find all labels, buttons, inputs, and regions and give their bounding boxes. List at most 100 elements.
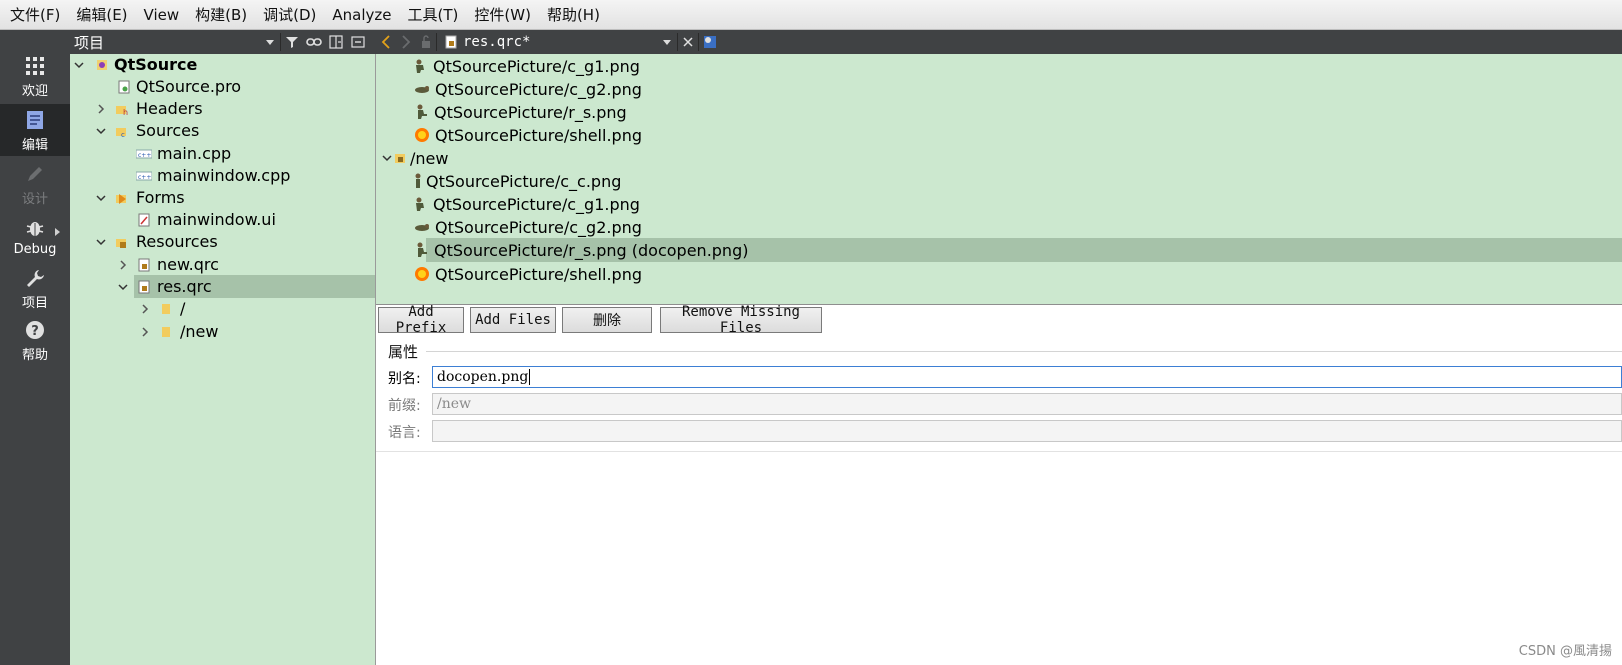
properties-group: 属性 别名: docopen.png 前缀: /new 语言:: [376, 339, 1622, 665]
mode-label: 设计: [21, 191, 48, 207]
properties-title: 属性: [388, 343, 419, 361]
tree-item-label: QtSource: [114, 55, 198, 74]
resource-file-label: QtSourcePicture/shell.png: [435, 125, 642, 145]
mode-welcome[interactable]: 欢迎: [0, 50, 70, 102]
resource-file-row-selected[interactable]: QtSourcePicture/r_s.png (docopen.png): [417, 238, 1622, 262]
tree-item-prefix-new[interactable]: /new: [70, 320, 375, 343]
menu-file[interactable]: 文件(F): [2, 0, 68, 30]
dropdown-arrow-icon[interactable]: [266, 39, 274, 45]
resource-file-row[interactable]: QtSourcePicture/c_g1.png: [376, 54, 1622, 78]
resource-file-row[interactable]: QtSourcePicture/c_c.png: [376, 169, 1622, 193]
resource-prefix-row[interactable]: /new: [376, 146, 1622, 170]
open-document-selector[interactable]: res.qrc*: [463, 34, 663, 50]
pencil-icon: [23, 162, 47, 186]
tree-item-forms[interactable]: Forms: [70, 186, 375, 209]
chevron-right-icon[interactable]: [138, 302, 152, 316]
tree-item-headers[interactable]: h Headers: [70, 97, 375, 120]
add-prefix-button[interactable]: Add Prefix: [378, 304, 464, 336]
resource-file-label: QtSourcePicture/shell.png: [435, 264, 642, 284]
close-pane-icon[interactable]: [347, 30, 369, 54]
language-input[interactable]: [432, 420, 1622, 442]
tree-item-qtsource[interactable]: QtSource: [70, 54, 375, 76]
menu-analyze[interactable]: Analyze: [324, 0, 399, 30]
mode-debug[interactable]: Debug: [0, 210, 70, 262]
mode-label: 帮助: [21, 347, 48, 363]
project-pane-header: 项目: [70, 30, 376, 54]
menu-widgets[interactable]: 控件(W): [466, 0, 539, 30]
mode-label: Debug: [13, 241, 57, 257]
prefix-input[interactable]: /new: [432, 393, 1622, 415]
add-files-button[interactable]: Add Files: [470, 307, 556, 333]
tree-item-sources[interactable]: c Sources: [70, 119, 375, 142]
chevron-right-icon[interactable]: [94, 102, 108, 116]
alias-label: 别名:: [388, 371, 421, 387]
mode-edit[interactable]: 编辑: [0, 104, 70, 156]
svg-text:c: c: [121, 131, 125, 138]
resource-file-row[interactable]: QtSourcePicture/c_g1.png: [376, 192, 1622, 216]
pro-file-icon: [116, 79, 132, 95]
menu-debug[interactable]: 调试(D): [255, 0, 324, 30]
chevron-right-icon[interactable]: [138, 325, 152, 339]
alias-value: docopen.png: [437, 369, 529, 385]
resource-file-row[interactable]: QtSourcePicture/c_g2.png: [376, 77, 1622, 101]
menu-bar: 文件(F) 编辑(E) View 构建(B) 调试(D) Analyze 工具(…: [0, 0, 1622, 30]
tree-item-new-qrc[interactable]: new.qrc: [70, 253, 375, 276]
mode-label: 项目: [21, 295, 48, 311]
mode-bar: 欢迎 编辑 设计 Debug 项目 ? 帮助: [0, 30, 70, 665]
chevron-down-icon[interactable]: [94, 191, 108, 205]
back-arrow-icon[interactable]: [376, 30, 396, 54]
tree-item-res-qrc[interactable]: res.qrc: [118, 275, 375, 298]
tree-item-resources[interactable]: Resources: [70, 230, 375, 253]
resource-file-row[interactable]: QtSourcePicture/c_g2.png: [376, 215, 1622, 239]
tree-item-main-cpp[interactable]: c++ main.cpp: [70, 142, 375, 165]
split-icon[interactable]: [325, 30, 347, 54]
menu-view[interactable]: View: [136, 0, 188, 30]
menu-build[interactable]: 构建(B): [187, 0, 255, 30]
menu-help[interactable]: 帮助(H): [539, 0, 608, 30]
resource-file-row[interactable]: QtSourcePicture/r_s.png: [376, 100, 1622, 124]
resource-prefix-label: /new: [410, 148, 449, 168]
chevron-down-icon[interactable]: [72, 58, 86, 72]
project-tree: QtSource QtSource.pro h Headers c Source…: [70, 54, 376, 665]
project-view-selector[interactable]: 项目: [70, 32, 266, 53]
tree-item-pro-file[interactable]: QtSource.pro: [70, 75, 375, 98]
split-view-icon[interactable]: [699, 30, 721, 54]
separator: [436, 33, 437, 51]
soldier-stand-icon: [410, 173, 426, 189]
tree-item-mainwindow-cpp[interactable]: c++ mainwindow.cpp: [70, 164, 375, 187]
resource-file-label: QtSourcePicture/r_s.png (docopen.png): [434, 240, 749, 260]
resource-file-row[interactable]: QtSourcePicture/shell.png: [376, 123, 1622, 147]
tree-item-mainwindow-ui[interactable]: mainwindow.ui: [70, 208, 375, 231]
chevron-down-icon[interactable]: [94, 124, 108, 138]
link-icon[interactable]: [303, 30, 325, 54]
watermark: CSDN @風清揚: [1518, 644, 1612, 659]
alias-input[interactable]: docopen.png: [432, 366, 1622, 388]
chevron-down-icon[interactable]: [94, 235, 108, 249]
ui-file-icon: [136, 212, 152, 228]
menu-tools[interactable]: 工具(T): [400, 0, 467, 30]
mode-help[interactable]: ? 帮助: [0, 314, 70, 366]
forward-arrow-icon[interactable]: [396, 30, 416, 54]
menu-edit[interactable]: 编辑(E): [68, 0, 135, 30]
lock-icon[interactable]: [416, 30, 436, 54]
close-icon[interactable]: [678, 30, 698, 54]
properties-bottom-divider: [376, 451, 1622, 452]
filter-icon[interactable]: [281, 30, 303, 54]
headers-folder-icon: h: [114, 101, 130, 117]
chevron-right-icon[interactable]: [116, 258, 130, 272]
svg-text:h: h: [123, 108, 128, 116]
group-divider: [426, 351, 1622, 352]
tree-item-prefix-root[interactable]: /: [70, 297, 375, 320]
sources-folder-icon: c: [114, 123, 130, 139]
mode-design[interactable]: 设计: [0, 158, 70, 210]
prefix-value: /new: [437, 396, 472, 412]
delete-button[interactable]: 删除: [562, 307, 652, 333]
resource-file-row[interactable]: QtSourcePicture/shell.png: [376, 262, 1622, 286]
remove-missing-files-button[interactable]: Remove Missing Files: [660, 304, 822, 336]
dropdown-arrow-icon[interactable]: [663, 39, 671, 45]
bug-icon: [23, 216, 47, 240]
mode-projects[interactable]: 项目: [0, 262, 70, 314]
tree-item-label: Sources: [136, 121, 200, 140]
shell-icon: [414, 127, 430, 143]
chevron-down-icon[interactable]: [116, 280, 130, 294]
